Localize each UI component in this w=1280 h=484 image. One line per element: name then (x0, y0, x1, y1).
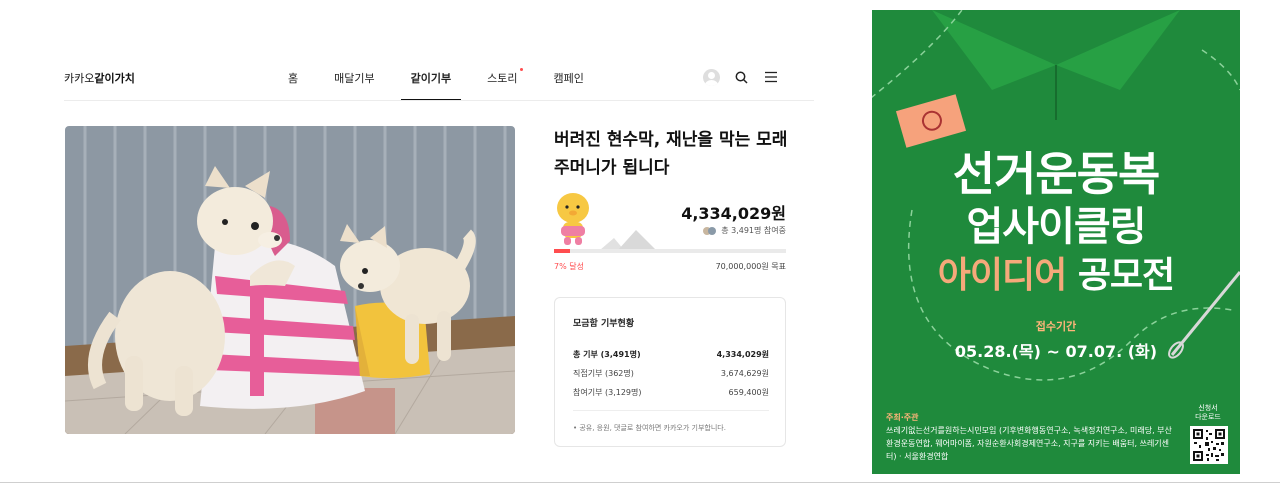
nav-home[interactable]: 홈 (270, 60, 316, 100)
nav-story[interactable]: 스토리 (469, 60, 535, 100)
raised-amount: 4,334,029원 (681, 204, 786, 223)
poster-organizer-text: 쓰레기없는선거를원하는시민모임 (기후변화행동연구소, 녹색정치연구소, 미래당… (886, 426, 1172, 461)
main-nav: 홈 매달기부 같이기부 스토리 캠페인 (270, 60, 602, 101)
avatar[interactable] (703, 68, 720, 86)
progress-percent: 7% 달성 (554, 262, 584, 271)
mountain-decoration-icon (600, 228, 660, 250)
new-dot (520, 68, 524, 71)
participant-avatars-icon (703, 226, 717, 235)
poster-title-line2: 업사이클링 (966, 204, 1147, 250)
poster-period-label: 접수기간 (1035, 320, 1077, 333)
donation-status-box: 모금함 기부현황 총 기부 (3,491명) 4,334,029원 직접기부 (3… (554, 297, 786, 447)
box-divider (573, 410, 769, 411)
header-icons (703, 68, 780, 86)
nav-together-donation[interactable]: 같이기부 (393, 60, 469, 101)
nav-campaign[interactable]: 캠페인 (535, 60, 601, 100)
donation-box-title: 모금함 기부현황 (573, 319, 635, 329)
participants-count: 총 3,491명 참여중 (703, 225, 786, 236)
search-icon[interactable] (732, 68, 750, 86)
qr-code-icon[interactable] (1190, 426, 1228, 464)
nav-monthly-donation[interactable]: 매달기부 (316, 60, 392, 100)
bottom-divider (0, 482, 1280, 483)
poster-dates: 05.28.(목) ~ 07.07. (화) (954, 342, 1158, 361)
campaign-photo (65, 126, 515, 434)
menu-icon[interactable] (762, 68, 780, 86)
donation-row-participation: 참여기부 (3,129명) 659,400원 (573, 388, 769, 397)
poster-apply-label: 신청서 다운로드 (1195, 404, 1221, 421)
goal-amount: 70,000,000원 목표 (715, 262, 786, 271)
brand-logo[interactable]: 카카오같이가치 (64, 70, 135, 86)
ryan-mascot-icon (555, 190, 595, 250)
donation-note: • 공유, 응원, 댓글로 참여하면 카카오가 기부합니다. (573, 424, 726, 432)
donation-row-total: 총 기부 (3,491명) 4,334,029원 (573, 350, 769, 359)
progress-bar (554, 249, 786, 253)
poster-title-line3: 아이디어 공모전 (937, 255, 1175, 296)
page: 카카오같이가치 홈 매달기부 같이기부 스토리 캠페인 버려진 현수막, 재난을… (0, 0, 1280, 484)
poster-organizer-label: 주최·주관 (886, 413, 919, 422)
contest-poster[interactable]: 선거운동복 업사이클링 아이디어 공모전 접수기간 05.28.(목) ~ 07… (872, 10, 1240, 474)
header-divider (64, 100, 814, 101)
donation-row-direct: 직접기부 (362명) 3,674,629원 (573, 369, 769, 378)
campaign-title: 버려진 현수막, 재난을 막는 모래 주머니가 됩니다 (554, 130, 788, 178)
progress-bar-fill (554, 249, 571, 253)
